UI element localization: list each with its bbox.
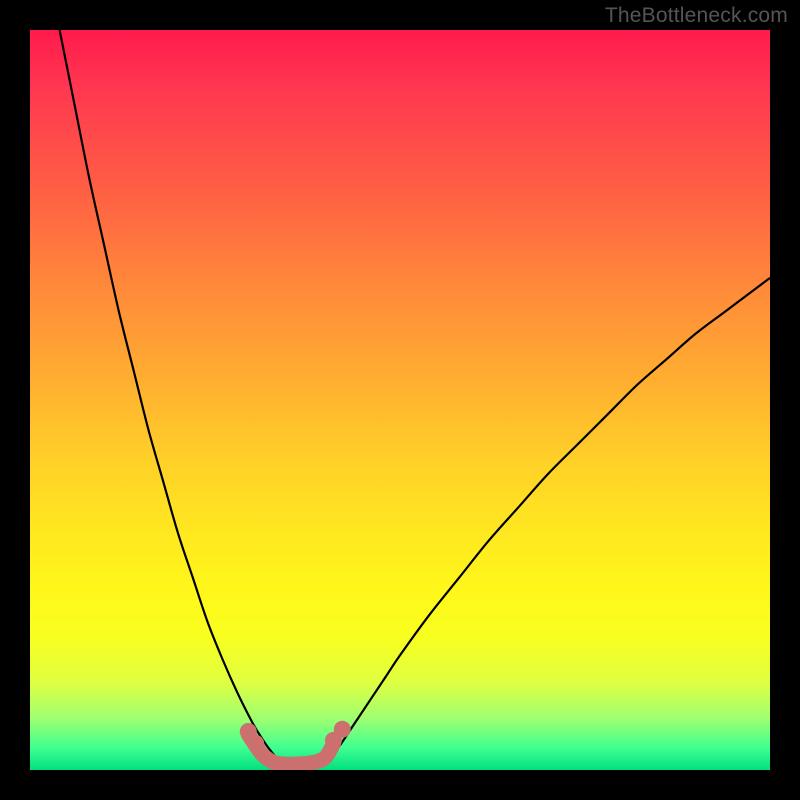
chart-frame: TheBottleneck.com [0, 0, 800, 800]
curve-right [326, 278, 770, 764]
highlight-dots [240, 721, 351, 752]
curve-left [60, 30, 282, 764]
highlight-dot [334, 721, 351, 738]
chart-overlay [30, 30, 770, 770]
plot-area [30, 30, 770, 770]
watermark-text: TheBottleneck.com [605, 4, 788, 28]
highlight-dot [247, 735, 264, 752]
